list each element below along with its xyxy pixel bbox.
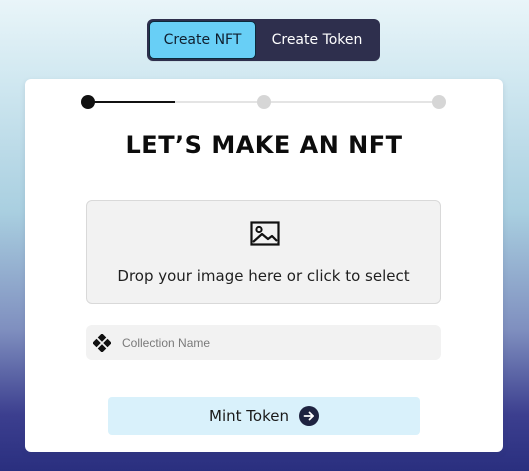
mode-toggle: Create NFT Create Token [147, 19, 380, 61]
nft-form-card: LET’S MAKE AN NFT Drop your image here o… [25, 79, 503, 452]
diamond-cluster-icon [93, 334, 111, 352]
step-1-dot [81, 95, 95, 109]
arrow-right-circle-icon [298, 406, 319, 426]
page-title: LET’S MAKE AN NFT [125, 131, 403, 159]
mint-token-label: Mint Token [209, 407, 289, 425]
dropzone-text: Drop your image here or click to select [117, 267, 410, 285]
step-3-dot [432, 95, 446, 109]
tab-create-nft[interactable]: Create NFT [149, 21, 256, 59]
image-icon [250, 221, 280, 246]
tab-create-token[interactable]: Create Token [256, 21, 378, 59]
stepper-progress [87, 101, 175, 103]
mint-token-button[interactable]: Mint Token [108, 397, 420, 435]
collection-name-input[interactable] [120, 325, 432, 360]
step-2-dot [257, 95, 271, 109]
progress-stepper [81, 95, 446, 109]
collection-name-field[interactable] [86, 325, 441, 360]
image-dropzone[interactable]: Drop your image here or click to select [86, 200, 441, 304]
